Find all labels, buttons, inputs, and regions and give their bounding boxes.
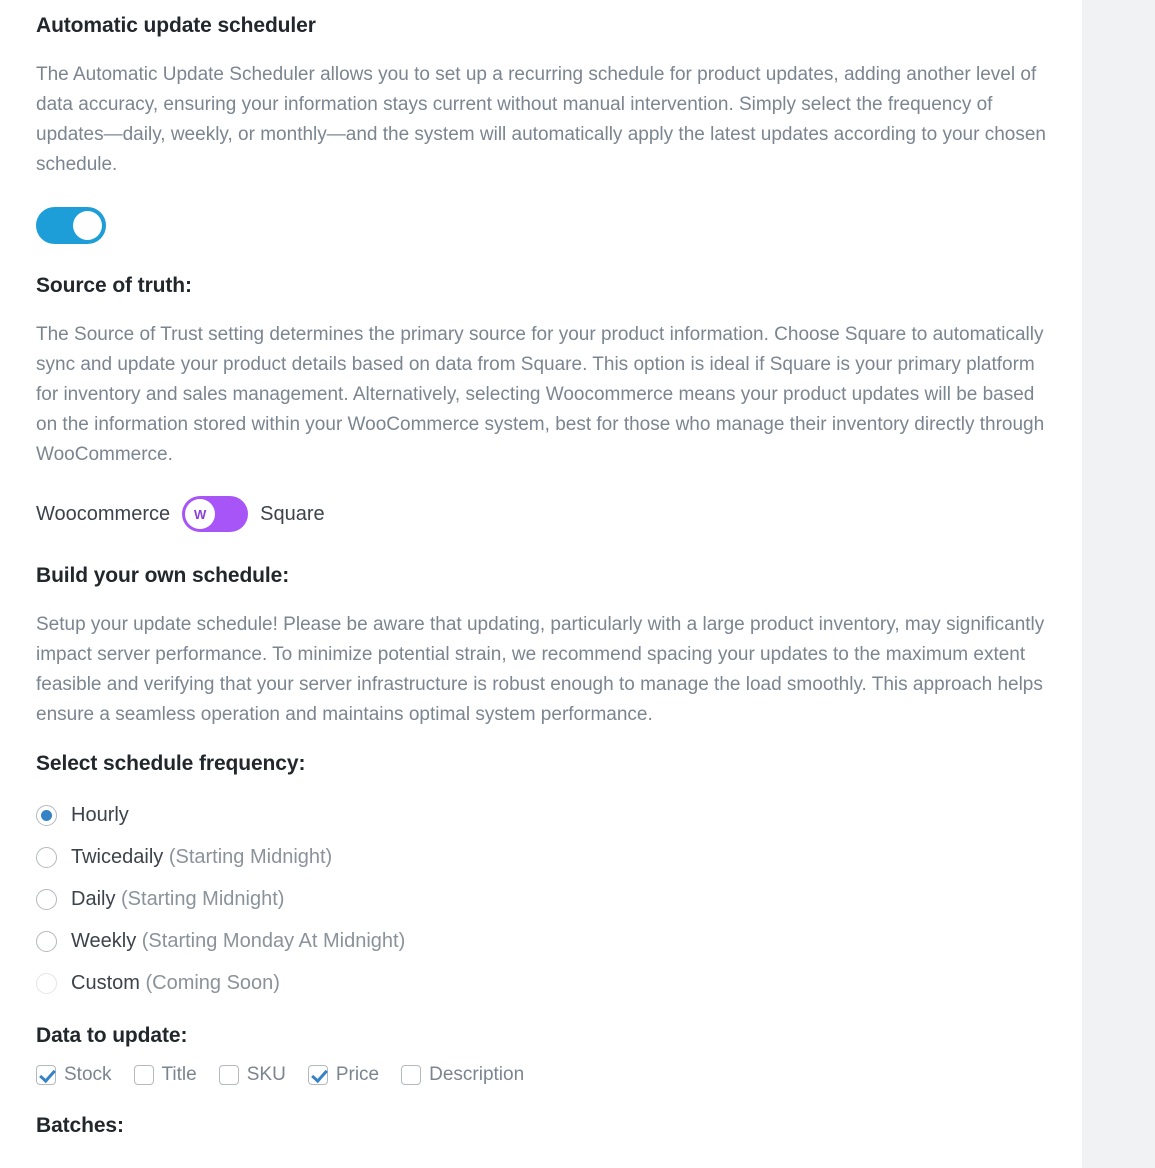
radio-option-note: (Starting Midnight) [115, 887, 285, 910]
woocommerce-icon: W [185, 499, 216, 529]
schedule-frequency-title: Select schedule frequency: [36, 752, 306, 775]
radio-option-weekly[interactable]: Weekly (Starting Monday At Midnight) [36, 920, 1046, 962]
automatic-update-scheduler-title: Automatic update scheduler [36, 14, 316, 37]
radio-option-daily[interactable]: Daily (Starting Midnight) [36, 878, 1046, 920]
checkbox-sku[interactable]: SKU [218, 1064, 286, 1086]
toggle-knob [73, 211, 102, 240]
source-of-truth-description: The Source of Trust setting determines t… [36, 324, 1045, 465]
automatic-update-scheduler-description: The Automatic Update Scheduler allows yo… [36, 64, 1046, 175]
checkbox-label: Price [335, 1064, 380, 1085]
radio-option-note: (Starting Monday At Midnight) [136, 929, 406, 952]
checkbox-stock[interactable]: Stock [36, 1064, 112, 1086]
radio-mark [36, 846, 57, 868]
radio-option-note: (Starting Midnight) [163, 845, 333, 868]
checkbox-description[interactable]: Description [401, 1064, 524, 1086]
radio-option-label: Weekly (Starting Monday At Midnight) [71, 929, 406, 952]
build-schedule-title: Build your own schedule: [36, 564, 290, 587]
radio-option-note: (Coming Soon) [139, 971, 280, 994]
checkbox-mark [218, 1065, 239, 1085]
radio-option-hourly[interactable]: Hourly [36, 794, 1046, 836]
checkbox-title[interactable]: Title [133, 1064, 197, 1086]
data-to-update-title: Data to update: [36, 1024, 188, 1047]
checkbox-label: Stock [64, 1064, 112, 1085]
right-gutter [1082, 0, 1155, 1168]
radio-mark [36, 972, 57, 994]
batches-title: Batches: [36, 1114, 124, 1137]
automatic-update-scheduler-toggle[interactable] [36, 207, 106, 244]
source-of-truth-toggle[interactable]: W [182, 496, 249, 532]
radio-option-label: Custom (Coming Soon) [71, 971, 280, 994]
radio-option-label: Hourly [71, 803, 129, 826]
checkbox-label: SKU [246, 1064, 286, 1085]
radio-option-label: Daily (Starting Midnight) [71, 887, 285, 910]
radio-option-custom: Custom (Coming Soon) [36, 962, 1046, 1004]
checkbox-label: Description [429, 1064, 525, 1085]
checkbox-label: Title [161, 1064, 197, 1085]
radio-mark [36, 930, 57, 952]
data-to-update-checkbox-group[interactable]: Stock Title SKU Price Description [36, 1064, 1046, 1086]
radio-option-label: Twicedaily (Starting Midnight) [71, 845, 333, 868]
checkbox-mark [36, 1065, 56, 1085]
source-of-truth-right-label: Square [260, 502, 325, 525]
checkbox-mark [307, 1065, 328, 1085]
checkbox-price[interactable]: Price [307, 1064, 380, 1086]
source-of-truth-title: Source of truth: [36, 274, 192, 297]
automatic-update-scheduler-toggle-row [36, 207, 1046, 244]
schedule-frequency-radio-group[interactable]: Hourly Twicedaily (Starting Midnight) Dail… [36, 794, 1046, 1004]
build-schedule-description: Setup your update schedule! Please be aw… [36, 614, 1045, 725]
checkbox-mark [401, 1065, 422, 1085]
radio-mark [36, 888, 57, 910]
radio-option-twicedaily[interactable]: Twicedaily (Starting Midnight) [36, 836, 1046, 878]
source-of-truth-toggle-row: Woocommerce W Square [36, 496, 1046, 532]
radio-mark [36, 804, 57, 826]
settings-panel: Automatic update scheduler The Automatic… [0, 0, 1082, 1168]
source-of-truth-left-label: Woocommerce [36, 502, 171, 525]
checkbox-mark [133, 1065, 154, 1085]
